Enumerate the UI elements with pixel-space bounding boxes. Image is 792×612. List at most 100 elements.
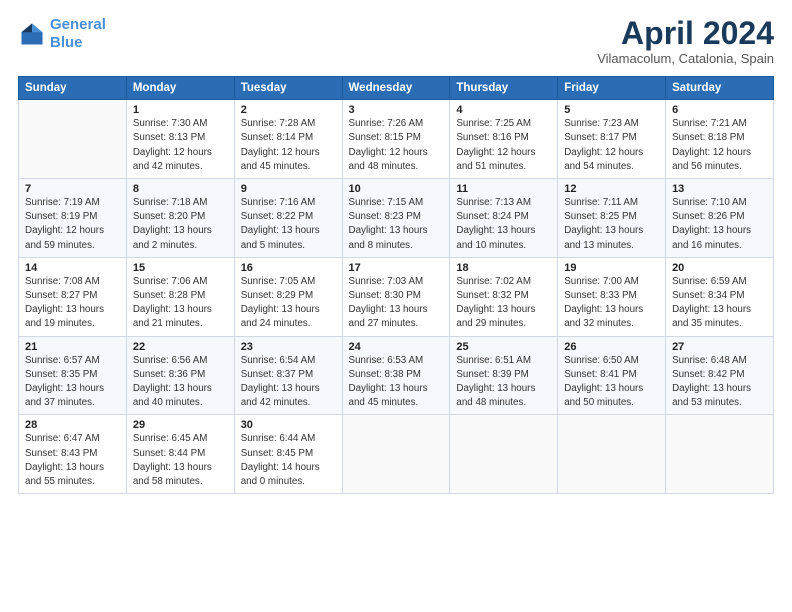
cell-info: Sunrise: 6:45 AMSunset: 8:44 PMDaylight:…: [133, 432, 228, 489]
cell-w2-d5: 19Sunrise: 7:00 AMSunset: 8:33 PMDayligh…: [558, 257, 666, 336]
cell-w4-d3: [342, 415, 450, 494]
cell-w2-d1: 15Sunrise: 7:06 AMSunset: 8:28 PMDayligh…: [126, 257, 234, 336]
logo: General Blue: [18, 16, 106, 52]
col-header-sunday: Sunday: [19, 77, 127, 100]
cell-info: Sunrise: 6:56 AMSunset: 8:36 PMDaylight:…: [133, 354, 228, 411]
cell-info: Sunrise: 7:21 AMSunset: 8:18 PMDaylight:…: [672, 117, 767, 174]
day-number: 21: [25, 341, 120, 353]
week-row-3: 14Sunrise: 7:08 AMSunset: 8:27 PMDayligh…: [19, 257, 774, 336]
day-number: 11: [456, 183, 551, 195]
cell-info: Sunrise: 7:10 AMSunset: 8:26 PMDaylight:…: [672, 196, 767, 253]
day-number: 15: [133, 262, 228, 274]
col-header-friday: Friday: [558, 77, 666, 100]
cell-w0-d5: 5Sunrise: 7:23 AMSunset: 8:17 PMDaylight…: [558, 100, 666, 179]
cell-info: Sunrise: 7:06 AMSunset: 8:28 PMDaylight:…: [133, 275, 228, 332]
cell-info: Sunrise: 6:44 AMSunset: 8:45 PMDaylight:…: [241, 432, 336, 489]
day-number: 13: [672, 183, 767, 195]
cell-info: Sunrise: 7:25 AMSunset: 8:16 PMDaylight:…: [456, 117, 551, 174]
cell-w3-d4: 25Sunrise: 6:51 AMSunset: 8:39 PMDayligh…: [450, 336, 558, 415]
cell-w1-d3: 10Sunrise: 7:15 AMSunset: 8:23 PMDayligh…: [342, 179, 450, 258]
cell-w2-d0: 14Sunrise: 7:08 AMSunset: 8:27 PMDayligh…: [19, 257, 127, 336]
cell-w3-d1: 22Sunrise: 6:56 AMSunset: 8:36 PMDayligh…: [126, 336, 234, 415]
cell-w1-d2: 9Sunrise: 7:16 AMSunset: 8:22 PMDaylight…: [234, 179, 342, 258]
cell-w3-d5: 26Sunrise: 6:50 AMSunset: 8:41 PMDayligh…: [558, 336, 666, 415]
cell-w1-d4: 11Sunrise: 7:13 AMSunset: 8:24 PMDayligh…: [450, 179, 558, 258]
cell-info: Sunrise: 7:13 AMSunset: 8:24 PMDaylight:…: [456, 196, 551, 253]
day-number: 29: [133, 419, 228, 431]
day-number: 6: [672, 104, 767, 116]
cell-w2-d2: 16Sunrise: 7:05 AMSunset: 8:29 PMDayligh…: [234, 257, 342, 336]
day-number: 30: [241, 419, 336, 431]
cell-info: Sunrise: 7:08 AMSunset: 8:27 PMDaylight:…: [25, 275, 120, 332]
logo-icon: [18, 20, 46, 48]
week-row-5: 28Sunrise: 6:47 AMSunset: 8:43 PMDayligh…: [19, 415, 774, 494]
cell-w3-d2: 23Sunrise: 6:54 AMSunset: 8:37 PMDayligh…: [234, 336, 342, 415]
col-header-wednesday: Wednesday: [342, 77, 450, 100]
week-row-2: 7Sunrise: 7:19 AMSunset: 8:19 PMDaylight…: [19, 179, 774, 258]
cell-info: Sunrise: 7:19 AMSunset: 8:19 PMDaylight:…: [25, 196, 120, 253]
day-number: 26: [564, 341, 659, 353]
cell-w1-d1: 8Sunrise: 7:18 AMSunset: 8:20 PMDaylight…: [126, 179, 234, 258]
cell-info: Sunrise: 7:00 AMSunset: 8:33 PMDaylight:…: [564, 275, 659, 332]
cell-w0-d0: [19, 100, 127, 179]
cell-w4-d5: [558, 415, 666, 494]
day-number: 8: [133, 183, 228, 195]
cell-w1-d6: 13Sunrise: 7:10 AMSunset: 8:26 PMDayligh…: [666, 179, 774, 258]
cell-info: Sunrise: 6:51 AMSunset: 8:39 PMDaylight:…: [456, 354, 551, 411]
main-title: April 2024: [597, 16, 774, 51]
cell-w3-d6: 27Sunrise: 6:48 AMSunset: 8:42 PMDayligh…: [666, 336, 774, 415]
header: General Blue April 2024 Vilamacolum, Cat…: [18, 16, 774, 66]
cell-info: Sunrise: 6:50 AMSunset: 8:41 PMDaylight:…: [564, 354, 659, 411]
day-number: 10: [349, 183, 444, 195]
cell-info: Sunrise: 7:15 AMSunset: 8:23 PMDaylight:…: [349, 196, 444, 253]
cell-w4-d1: 29Sunrise: 6:45 AMSunset: 8:44 PMDayligh…: [126, 415, 234, 494]
day-number: 3: [349, 104, 444, 116]
cell-info: Sunrise: 6:53 AMSunset: 8:38 PMDaylight:…: [349, 354, 444, 411]
cell-w0-d3: 3Sunrise: 7:26 AMSunset: 8:15 PMDaylight…: [342, 100, 450, 179]
cell-w0-d1: 1Sunrise: 7:30 AMSunset: 8:13 PMDaylight…: [126, 100, 234, 179]
cell-w3-d0: 21Sunrise: 6:57 AMSunset: 8:35 PMDayligh…: [19, 336, 127, 415]
col-header-saturday: Saturday: [666, 77, 774, 100]
cell-w2-d4: 18Sunrise: 7:02 AMSunset: 8:32 PMDayligh…: [450, 257, 558, 336]
cell-w2-d6: 20Sunrise: 6:59 AMSunset: 8:34 PMDayligh…: [666, 257, 774, 336]
day-number: 28: [25, 419, 120, 431]
cell-info: Sunrise: 7:23 AMSunset: 8:17 PMDaylight:…: [564, 117, 659, 174]
cell-info: Sunrise: 7:26 AMSunset: 8:15 PMDaylight:…: [349, 117, 444, 174]
cell-w3-d3: 24Sunrise: 6:53 AMSunset: 8:38 PMDayligh…: [342, 336, 450, 415]
logo-blue: Blue: [50, 34, 83, 51]
day-number: 14: [25, 262, 120, 274]
col-header-thursday: Thursday: [450, 77, 558, 100]
day-number: 5: [564, 104, 659, 116]
cell-w2-d3: 17Sunrise: 7:03 AMSunset: 8:30 PMDayligh…: [342, 257, 450, 336]
cell-info: Sunrise: 7:28 AMSunset: 8:14 PMDaylight:…: [241, 117, 336, 174]
day-number: 22: [133, 341, 228, 353]
cell-info: Sunrise: 6:47 AMSunset: 8:43 PMDaylight:…: [25, 432, 120, 489]
day-number: 12: [564, 183, 659, 195]
day-number: 17: [349, 262, 444, 274]
logo-text: General Blue: [50, 16, 106, 52]
cell-info: Sunrise: 7:18 AMSunset: 8:20 PMDaylight:…: [133, 196, 228, 253]
cell-info: Sunrise: 7:11 AMSunset: 8:25 PMDaylight:…: [564, 196, 659, 253]
cell-info: Sunrise: 6:48 AMSunset: 8:42 PMDaylight:…: [672, 354, 767, 411]
cell-w4-d6: [666, 415, 774, 494]
day-number: 27: [672, 341, 767, 353]
col-header-monday: Monday: [126, 77, 234, 100]
cell-w0-d4: 4Sunrise: 7:25 AMSunset: 8:16 PMDaylight…: [450, 100, 558, 179]
day-number: 18: [456, 262, 551, 274]
cell-info: Sunrise: 6:54 AMSunset: 8:37 PMDaylight:…: [241, 354, 336, 411]
cell-w1-d5: 12Sunrise: 7:11 AMSunset: 8:25 PMDayligh…: [558, 179, 666, 258]
week-row-4: 21Sunrise: 6:57 AMSunset: 8:35 PMDayligh…: [19, 336, 774, 415]
col-header-tuesday: Tuesday: [234, 77, 342, 100]
day-number: 23: [241, 341, 336, 353]
cell-w4-d0: 28Sunrise: 6:47 AMSunset: 8:43 PMDayligh…: [19, 415, 127, 494]
cell-info: Sunrise: 6:57 AMSunset: 8:35 PMDaylight:…: [25, 354, 120, 411]
week-row-1: 1Sunrise: 7:30 AMSunset: 8:13 PMDaylight…: [19, 100, 774, 179]
cell-info: Sunrise: 7:02 AMSunset: 8:32 PMDaylight:…: [456, 275, 551, 332]
calendar-table: SundayMondayTuesdayWednesdayThursdayFrid…: [18, 76, 774, 494]
title-block: April 2024 Vilamacolum, Catalonia, Spain: [597, 16, 774, 66]
cell-info: Sunrise: 6:59 AMSunset: 8:34 PMDaylight:…: [672, 275, 767, 332]
cell-info: Sunrise: 7:30 AMSunset: 8:13 PMDaylight:…: [133, 117, 228, 174]
subtitle: Vilamacolum, Catalonia, Spain: [597, 51, 774, 66]
cell-info: Sunrise: 7:03 AMSunset: 8:30 PMDaylight:…: [349, 275, 444, 332]
day-number: 16: [241, 262, 336, 274]
